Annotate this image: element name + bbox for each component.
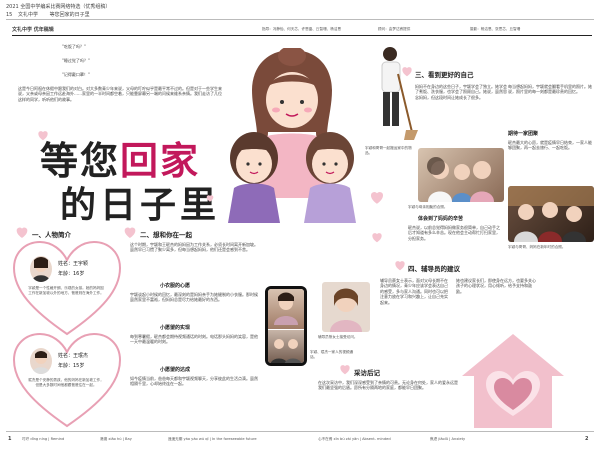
section-2-sub-2-body: 每到寒暑假，珉杰都会期待视频通话的时刻。电话那头妈妈的笑容，是他一天中最温暖的时… xyxy=(130,334,258,345)
header-top-line: 2021 全国中学编采比赛网络特选（优秀组稿） xyxy=(6,4,111,10)
caption-phone: 宇颖、珉杰一家人的视频通话。 xyxy=(310,350,354,359)
footer-right-page-number: 2 xyxy=(585,436,589,442)
profile-2-avatar xyxy=(30,348,52,374)
section-2-title: 二、想和你在一起 xyxy=(140,231,192,239)
heart-icon xyxy=(124,227,136,238)
section-3-right-sub-body: 珉杰最大的心愿，就是疫情早日结束，一家人能够团聚，再一起去旅行、一起吃饭。 xyxy=(508,140,592,151)
afterword-title: 采访后记 xyxy=(354,369,380,377)
new-year-photo xyxy=(508,186,594,242)
heart-icon xyxy=(370,191,384,204)
vocab-1: 叮咛 dīng níng | Remind xyxy=(22,437,65,441)
caption-counselor: 辅导员蔡女士接受访问。 xyxy=(318,335,358,339)
section-4-right-body: 她也建议家长们，即使身在远方，也要多关心孩子的心理状况，用心倾听，给予支持和鼓励… xyxy=(456,278,536,294)
section-3-sub-body: 珉杰说，以前总觉得妈妈做家务很简单，自己动手之后才知道有多么辛苦。现在他会主动帮… xyxy=(408,225,500,241)
profile-2-desc: 珉杰是个安静的男孩，他的妈妈在新加坡工作，但是大多数时间他都跟爸爸住在一起。 xyxy=(28,378,104,387)
heart-icon xyxy=(16,227,28,238)
section-2-body: 这个时期，宇颖和王珉杰的妈妈因为工作关系，必须长时间离开新加坡。虽然早已习惯了聚… xyxy=(130,242,258,253)
caption-family-photo: 宇颖与母亲相聚的合照。 xyxy=(408,205,448,209)
profile-1-name: 姓名：王宇颖 xyxy=(58,261,89,267)
profile-2-name: 姓名：王珉杰 xyxy=(58,353,89,359)
heart-icon xyxy=(372,233,382,243)
section-3-right-subtitle: 期待一家团聚 xyxy=(508,131,539,137)
section-1-title: 一、人物简介 xyxy=(32,231,71,239)
footer-left-page-number: 1 xyxy=(8,436,12,442)
section-2-sub-1: 小衣服的心愿 xyxy=(160,283,191,289)
afterword-body: 在这次采访中，我们深深感受到了亲情的可贵。无论身在何处，家人的爱永远是我们最坚强… xyxy=(318,380,458,391)
sweeping-person-photo xyxy=(381,47,418,140)
phone-video-call xyxy=(265,286,307,366)
issue-title: 文礼中学 优年稿辑 xyxy=(12,27,54,33)
section-3-right-body: 每当想起妈妈，宇颖就会翻看手机里的照片。她说，照片里的每一刻都是最珍贵的回忆。 xyxy=(508,84,592,95)
heart-icon xyxy=(395,261,405,271)
family-photo xyxy=(418,148,504,202)
vocab-3: 遥遥无期 yáo yáo wú qī | In the foreseeable … xyxy=(168,437,257,441)
heart-icon xyxy=(38,131,48,141)
caption-new-year: 宇颖与哥哥、妈妈在新年时的合照。 xyxy=(508,245,566,249)
section-2-sub-3-body: 如今疫情当前，爸爸每天都和宇颖视频聊天，分享彼此的生活点滴。虽然相隔千里，心却始… xyxy=(130,376,258,387)
vocab-4: 心不在焉 xīn bú zài yān | Absent- minded xyxy=(318,437,391,441)
intro-body: 这是今日阿祖在休假中跟我们的对白。对大多数青少年来说，父母的叮咛似乎是最平常不过… xyxy=(18,86,222,102)
section-4-body: 辅导员蔡女士表示，面对父母长期不在身边的情况，青少年应该学会表达自己的感受，多与… xyxy=(380,278,448,305)
heart-icon xyxy=(402,67,412,77)
family-illustration xyxy=(228,48,356,223)
counselor-photo xyxy=(322,282,370,332)
profile-2-age: 年龄：15岁 xyxy=(58,363,85,369)
heart-icon xyxy=(340,365,350,375)
section-2-sub-1-body: 宇颖谈起小时候的回忆，最深刻的是妈妈亲手为她缝制的小衣服。那时候虽然家里不富裕，… xyxy=(130,292,258,303)
section-2-sub-3: 小愿望的达成 xyxy=(160,367,191,373)
heart-icon xyxy=(206,195,214,202)
photo-credits: 摄影：杨洁恩、张思芯、丘智珊 xyxy=(470,27,521,31)
team-credits: 指导：冯静怡、何天芯、许恩晶、丘智珊、杨洁恩 xyxy=(262,27,342,31)
vocab-2: 港澳 xiāo hú | Bay xyxy=(100,437,132,441)
profile-1-avatar xyxy=(30,256,52,282)
intro-quote-2: "睡过觉了吗？" xyxy=(62,58,90,63)
intro-quote-1: "吃饭了吗？" xyxy=(62,44,86,49)
header-page-number: 15 文礼中学 等您回家的日子里 xyxy=(6,11,90,18)
section-4-title: 四、辅导员的建议 xyxy=(408,265,460,273)
caption-sweeping: 宇颖和哥哥一起搬运家中的物品。 xyxy=(365,146,412,155)
page-number: 15 xyxy=(6,12,13,18)
header-school: 文礼中学 xyxy=(17,12,38,18)
section-3-body: 妈妈不在身边的这些日子，宇颖学会了独立。她学会了煮饭、洗衣服，也学会了照顾自己。… xyxy=(415,84,507,100)
house-heart-illustration xyxy=(462,334,564,428)
header-mini-title: 等您回家的日子里 xyxy=(49,12,90,18)
profile-1-desc: 宇颖是一个性格开朗、乐观的女孩。她的妈妈因工作在新加坡以外的地方，爸爸则在海外工… xyxy=(28,286,104,295)
vocab-5: 焦虑 jiāolǜ | Anxiety xyxy=(430,437,466,441)
advisor-credits: 顾问：由梦达睿提供 xyxy=(378,27,411,31)
section-2-sub-2: 小愿望的实现 xyxy=(160,325,191,331)
section-3-title: 三、看到更好的自己 xyxy=(415,71,474,79)
headline-line-2: 的日子里 xyxy=(60,184,221,226)
section-3-subtitle: 体会到了妈妈的辛苦 xyxy=(418,216,464,222)
profile-1-age: 年龄：16岁 xyxy=(58,271,85,277)
intro-quote-3: "记得戴口罩！" xyxy=(62,72,90,77)
